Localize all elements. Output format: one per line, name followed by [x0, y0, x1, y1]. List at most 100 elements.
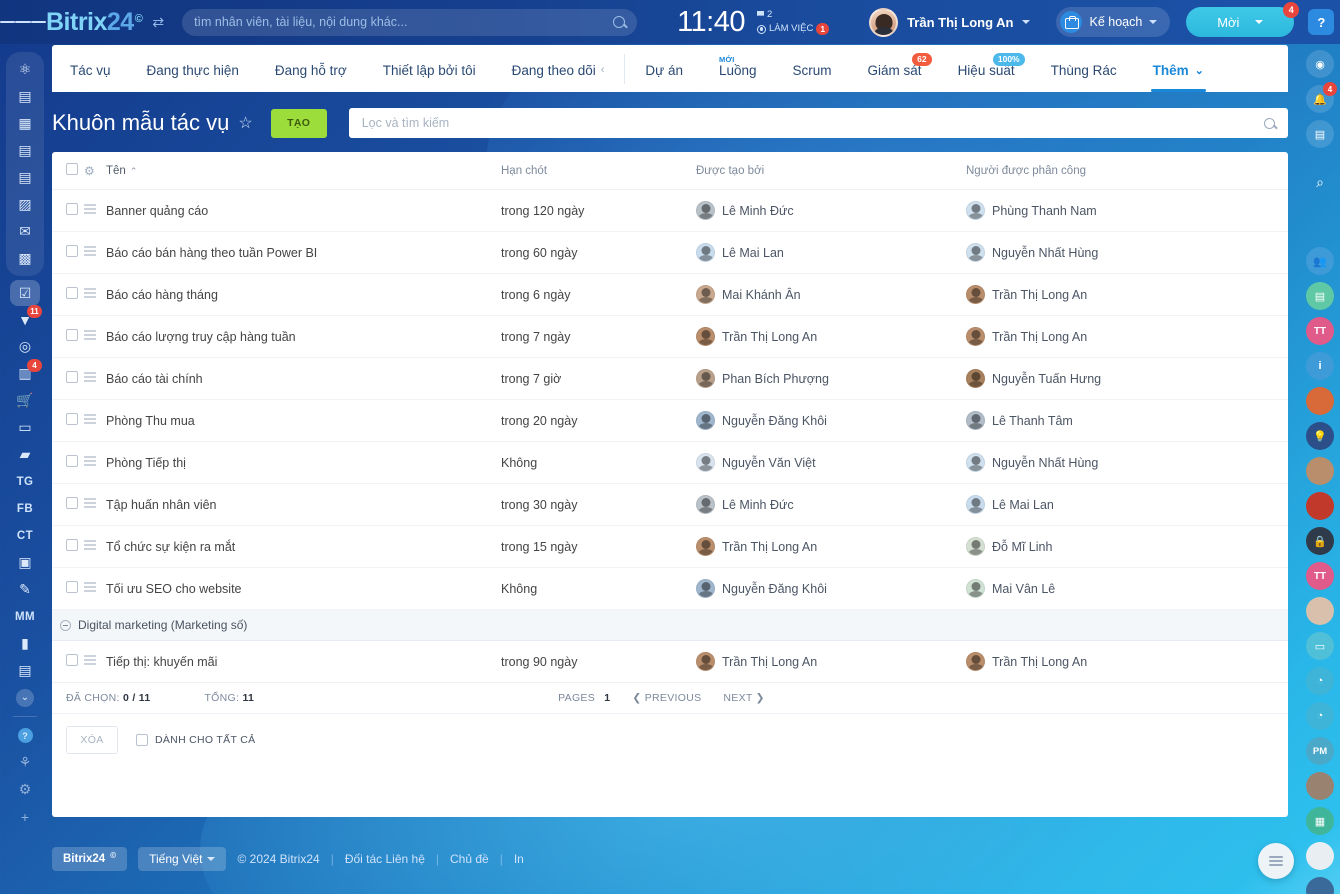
- filter-search[interactable]: [348, 108, 1288, 138]
- row-checkbox[interactable]: [66, 413, 78, 425]
- avatar[interactable]: [696, 495, 715, 514]
- table-row[interactable]: Báo cáo hàng tháng trong 6 ngày Mai Khánh …: [52, 273, 1288, 316]
- tab-monitoring[interactable]: Giám sát 62: [850, 48, 940, 92]
- sidebar-item-add[interactable]: +: [6, 803, 44, 830]
- right-item-pizza[interactable]: [1306, 842, 1334, 870]
- row-drag-cell[interactable]: [84, 441, 106, 484]
- work-status-block[interactable]: 2 LÀM VIỆC 1: [756, 9, 830, 36]
- sidebar-item-settings[interactable]: ⚙: [6, 776, 44, 803]
- avatar[interactable]: [696, 453, 715, 472]
- drag-handle-icon[interactable]: [84, 202, 96, 217]
- sidebar-item-funnel[interactable]: ▼ 11: [6, 305, 44, 333]
- avatar[interactable]: [966, 285, 985, 304]
- avatar[interactable]: [696, 411, 715, 430]
- avatar[interactable]: [696, 243, 715, 262]
- footer-link-theme[interactable]: Chủ đề: [450, 852, 489, 866]
- select-all-checkbox[interactable]: [66, 163, 78, 175]
- right-item-food[interactable]: [1306, 387, 1334, 415]
- previous-button[interactable]: ❮ PREVIOUS: [632, 692, 701, 704]
- row-select-cell[interactable]: [52, 231, 84, 274]
- sidebar-item-chat[interactable]: ▨: [6, 191, 44, 218]
- create-button[interactable]: TẠO: [270, 108, 327, 138]
- sidebar-item-forms[interactable]: ▤: [6, 657, 44, 684]
- right-item-messages[interactable]: ▤: [1306, 120, 1334, 148]
- sidebar-item-drive[interactable]: ▤: [6, 164, 44, 191]
- drag-handle-icon[interactable]: [84, 496, 96, 511]
- row-select-cell[interactable]: [52, 273, 84, 316]
- row-name-cell[interactable]: Tiếp thị: khuyến mãi: [106, 640, 501, 683]
- global-search[interactable]: [182, 8, 638, 36]
- table-row[interactable]: Tiếp thị: khuyến mãi trong 90 ngày Trần Th…: [52, 640, 1288, 683]
- sidebar-item-fb[interactable]: FB: [6, 495, 44, 522]
- column-header-assignee[interactable]: Người được phân công: [966, 152, 1288, 190]
- row-name-cell[interactable]: Báo cáo lượng truy cập hàng tuần: [106, 315, 501, 358]
- right-item-idea[interactable]: 💡: [1306, 422, 1334, 450]
- language-selector[interactable]: Tiếng Việt: [138, 847, 227, 871]
- right-item-timeclock-2[interactable]: ◔: [1306, 702, 1334, 730]
- right-item-food-2[interactable]: [1306, 492, 1334, 520]
- row-select-cell[interactable]: [52, 357, 84, 400]
- drag-handle-icon[interactable]: [84, 286, 96, 301]
- user-menu[interactable]: Trần Thị Long An: [869, 7, 1031, 37]
- table-row[interactable]: Tập huấn nhân viên trong 30 ngày Lê Minh Đ…: [52, 483, 1288, 526]
- star-icon[interactable]: ☆: [238, 113, 252, 133]
- row-drag-cell[interactable]: [84, 189, 106, 232]
- avatar[interactable]: [869, 7, 899, 37]
- row-checkbox[interactable]: [66, 581, 78, 593]
- plan-button[interactable]: Kế hoạch: [1056, 7, 1171, 37]
- swap-icon[interactable]: ⇄: [152, 14, 164, 31]
- row-drag-cell[interactable]: [84, 525, 106, 568]
- search-icon[interactable]: [1264, 117, 1275, 129]
- hamburger-menu-icon[interactable]: [0, 19, 46, 25]
- row-checkbox[interactable]: [66, 654, 78, 666]
- avatar[interactable]: [966, 369, 985, 388]
- footer-link-partners[interactable]: Đối tác Liên hệ: [345, 852, 425, 866]
- right-item-tt-1[interactable]: TT: [1306, 317, 1334, 345]
- row-drag-cell[interactable]: [84, 357, 106, 400]
- tab-projects[interactable]: Dự án: [627, 48, 701, 92]
- sidebar-item-calendar[interactable]: ▦: [6, 110, 44, 137]
- right-item-notifications[interactable]: 🔔 4: [1306, 82, 1337, 113]
- invite-button[interactable]: Mời 4: [1186, 2, 1300, 37]
- sidebar-item-crm[interactable]: ◎: [6, 333, 44, 360]
- row-select-cell[interactable]: [52, 525, 84, 568]
- tab-following[interactable]: Đang theo dõi ‹: [494, 48, 623, 92]
- column-header-name[interactable]: Tên ⌃: [106, 152, 501, 190]
- row-select-cell[interactable]: [52, 315, 84, 358]
- right-item-security[interactable]: 🔒: [1306, 527, 1334, 555]
- right-item-avatar-2[interactable]: [1306, 597, 1334, 625]
- tab-flow[interactable]: MỚI Luồng: [701, 48, 775, 92]
- sidebar-item-help[interactable]: ?: [6, 722, 44, 749]
- drag-handle-icon[interactable]: [84, 328, 96, 343]
- row-checkbox[interactable]: [66, 287, 78, 299]
- avatar[interactable]: [966, 652, 985, 671]
- footer-brand-button[interactable]: Bitrix24 ©: [52, 847, 128, 871]
- bitrix24-logo[interactable]: Bitrix 24 ©: [46, 8, 143, 37]
- row-select-cell[interactable]: [52, 441, 84, 484]
- avatar[interactable]: [696, 327, 715, 346]
- tab-trash[interactable]: Thùng Rác: [1033, 48, 1135, 92]
- row-name-cell[interactable]: Tổ chức sự kiện ra mắt: [106, 525, 501, 568]
- row-name-cell[interactable]: Tối ưu SEO cho website: [106, 567, 501, 610]
- column-settings-header[interactable]: ⚙: [84, 152, 106, 190]
- right-item-timeclock-1[interactable]: ◔: [1306, 667, 1334, 695]
- tab-efficiency[interactable]: Hiệu suất 100%: [940, 48, 1033, 92]
- footer-link-print[interactable]: In: [514, 852, 524, 866]
- search-icon[interactable]: [613, 16, 626, 28]
- avatar[interactable]: [696, 285, 715, 304]
- table-group-row[interactable]: Digital marketing (Marketing số): [52, 609, 1288, 641]
- row-select-cell[interactable]: [52, 399, 84, 442]
- sidebar-item-tasks[interactable]: ☑: [10, 280, 40, 306]
- table-row[interactable]: Báo cáo tài chính trong 7 giờ Phan Bích Ph…: [52, 357, 1288, 400]
- sidebar-item-ct[interactable]: CT: [6, 522, 44, 549]
- right-item-avatar-1[interactable]: [1306, 457, 1334, 485]
- avatar[interactable]: [966, 243, 985, 262]
- avatar[interactable]: [966, 495, 985, 514]
- sidebar-item-contact-center[interactable]: ▥ 4: [6, 359, 44, 387]
- avatar[interactable]: [966, 453, 985, 472]
- sidebar-item-mail[interactable]: ✉: [6, 218, 44, 245]
- right-item-avatar-3[interactable]: [1306, 772, 1334, 800]
- sidebar-item-employees[interactable]: ▩: [6, 245, 44, 272]
- right-item-pm[interactable]: PM: [1306, 737, 1334, 765]
- tab-scrum[interactable]: Scrum: [775, 48, 850, 92]
